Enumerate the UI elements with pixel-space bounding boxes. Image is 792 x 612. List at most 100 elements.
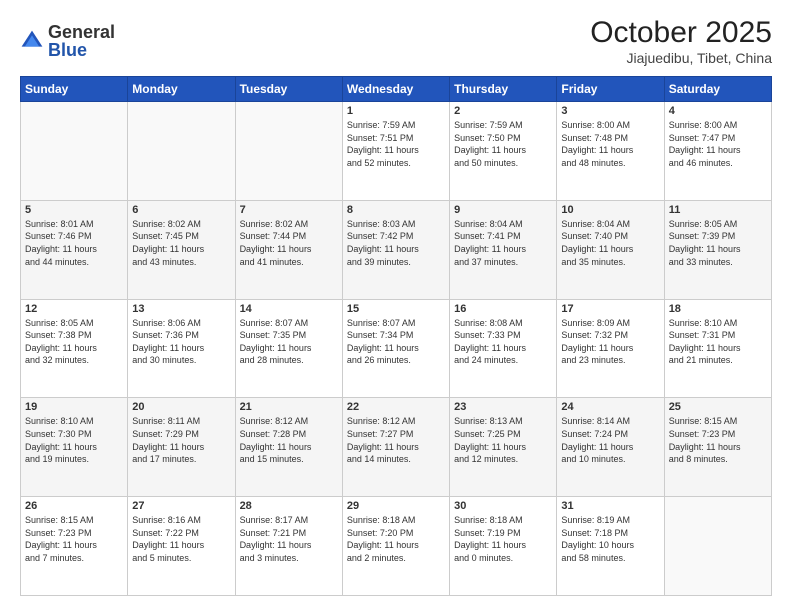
day-number: 24 <box>561 401 659 413</box>
day-info: Sunrise: 8:11 AM Sunset: 7:29 PM Dayligh… <box>132 415 230 465</box>
day-info: Sunrise: 8:18 AM Sunset: 7:20 PM Dayligh… <box>347 514 445 564</box>
day-info: Sunrise: 8:00 AM Sunset: 7:48 PM Dayligh… <box>561 119 659 169</box>
day-number: 19 <box>25 401 123 413</box>
day-info: Sunrise: 8:03 AM Sunset: 7:42 PM Dayligh… <box>347 218 445 268</box>
day-header-sunday: Sunday <box>21 77 128 102</box>
day-number: 2 <box>454 105 552 117</box>
day-number: 23 <box>454 401 552 413</box>
day-cell: 20 Sunrise: 8:11 AM Sunset: 7:29 PM Dayli… <box>128 398 235 497</box>
day-cell: 22 Sunrise: 8:12 AM Sunset: 7:27 PM Dayli… <box>342 398 449 497</box>
day-cell: 12 Sunrise: 8:05 AM Sunset: 7:38 PM Dayli… <box>21 299 128 398</box>
week-row-2: 12 Sunrise: 8:05 AM Sunset: 7:38 PM Dayli… <box>21 299 772 398</box>
week-row-4: 26 Sunrise: 8:15 AM Sunset: 7:23 PM Dayli… <box>21 497 772 596</box>
day-number: 1 <box>347 105 445 117</box>
day-number: 8 <box>347 204 445 216</box>
day-info: Sunrise: 8:18 AM Sunset: 7:19 PM Dayligh… <box>454 514 552 564</box>
day-info: Sunrise: 8:10 AM Sunset: 7:31 PM Dayligh… <box>669 317 767 367</box>
day-number: 3 <box>561 105 659 117</box>
day-info: Sunrise: 7:59 AM Sunset: 7:51 PM Dayligh… <box>347 119 445 169</box>
day-cell: 27Sunrise: 8:16 AM Sunset: 7:22 PM Dayli… <box>128 497 235 596</box>
day-number: 13 <box>132 303 230 315</box>
day-info: Sunrise: 8:15 AM Sunset: 7:23 PM Dayligh… <box>25 514 123 564</box>
day-info: Sunrise: 8:06 AM Sunset: 7:36 PM Dayligh… <box>132 317 230 367</box>
day-cell <box>21 102 128 201</box>
day-info: Sunrise: 7:59 AM Sunset: 7:50 PM Dayligh… <box>454 119 552 169</box>
day-info: Sunrise: 8:02 AM Sunset: 7:45 PM Dayligh… <box>132 218 230 268</box>
logo-text: General Blue <box>48 23 115 59</box>
day-header-wednesday: Wednesday <box>342 77 449 102</box>
day-cell: 17 Sunrise: 8:09 AM Sunset: 7:32 PM Dayli… <box>557 299 664 398</box>
day-cell: 1 Sunrise: 7:59 AM Sunset: 7:51 PM Daylig… <box>342 102 449 201</box>
day-info: Sunrise: 8:12 AM Sunset: 7:27 PM Dayligh… <box>347 415 445 465</box>
calendar: SundayMondayTuesdayWednesdayThursdayFrid… <box>20 76 772 596</box>
day-info: Sunrise: 8:16 AM Sunset: 7:22 PM Dayligh… <box>132 514 230 564</box>
day-header-tuesday: Tuesday <box>235 77 342 102</box>
header-row: SundayMondayTuesdayWednesdayThursdayFrid… <box>21 77 772 102</box>
day-info: Sunrise: 8:13 AM Sunset: 7:25 PM Dayligh… <box>454 415 552 465</box>
day-cell: 25Sunrise: 8:15 AM Sunset: 7:23 PM Dayli… <box>664 398 771 497</box>
day-info: Sunrise: 8:00 AM Sunset: 7:47 PM Dayligh… <box>669 119 767 169</box>
day-number: 17 <box>561 303 659 315</box>
day-cell: 14 Sunrise: 8:07 AM Sunset: 7:35 PM Dayli… <box>235 299 342 398</box>
day-cell: 23 Sunrise: 8:13 AM Sunset: 7:25 PM Dayli… <box>450 398 557 497</box>
day-number: 25 <box>669 401 767 413</box>
day-cell: 31 Sunrise: 8:19 AM Sunset: 7:18 PM Dayli… <box>557 497 664 596</box>
day-info: Sunrise: 8:04 AM Sunset: 7:41 PM Dayligh… <box>454 218 552 268</box>
week-row-1: 5Sunrise: 8:01 AM Sunset: 7:46 PM Daylig… <box>21 200 772 299</box>
day-info: Sunrise: 8:14 AM Sunset: 7:24 PM Dayligh… <box>561 415 659 465</box>
day-number: 15 <box>347 303 445 315</box>
day-number: 31 <box>561 500 659 512</box>
day-cell <box>128 102 235 201</box>
day-header-saturday: Saturday <box>664 77 771 102</box>
day-cell: 11Sunrise: 8:05 AM Sunset: 7:39 PM Dayli… <box>664 200 771 299</box>
day-number: 6 <box>132 204 230 216</box>
page: General Blue October 2025 Jiajuedibu, Ti… <box>0 0 792 612</box>
day-number: 30 <box>454 500 552 512</box>
day-cell: 2 Sunrise: 7:59 AM Sunset: 7:50 PM Daylig… <box>450 102 557 201</box>
month-title: October 2025 <box>590 16 772 50</box>
day-header-friday: Friday <box>557 77 664 102</box>
day-cell: 16Sunrise: 8:08 AM Sunset: 7:33 PM Dayli… <box>450 299 557 398</box>
day-cell: 26 Sunrise: 8:15 AM Sunset: 7:23 PM Dayli… <box>21 497 128 596</box>
day-number: 21 <box>240 401 338 413</box>
day-info: Sunrise: 8:05 AM Sunset: 7:38 PM Dayligh… <box>25 317 123 367</box>
day-info: Sunrise: 8:05 AM Sunset: 7:39 PM Dayligh… <box>669 218 767 268</box>
day-number: 12 <box>25 303 123 315</box>
day-cell: 4 Sunrise: 8:00 AM Sunset: 7:47 PM Daylig… <box>664 102 771 201</box>
day-cell: 10Sunrise: 8:04 AM Sunset: 7:40 PM Dayli… <box>557 200 664 299</box>
logo-general: General <box>48 23 115 41</box>
day-info: Sunrise: 8:01 AM Sunset: 7:46 PM Dayligh… <box>25 218 123 268</box>
day-number: 9 <box>454 204 552 216</box>
day-cell: 18Sunrise: 8:10 AM Sunset: 7:31 PM Dayli… <box>664 299 771 398</box>
day-number: 4 <box>669 105 767 117</box>
day-cell: 15 Sunrise: 8:07 AM Sunset: 7:34 PM Dayli… <box>342 299 449 398</box>
day-cell: 24 Sunrise: 8:14 AM Sunset: 7:24 PM Dayli… <box>557 398 664 497</box>
day-number: 22 <box>347 401 445 413</box>
title-block: October 2025 Jiajuedibu, Tibet, China <box>590 16 772 66</box>
day-info: Sunrise: 8:07 AM Sunset: 7:34 PM Dayligh… <box>347 317 445 367</box>
header: General Blue October 2025 Jiajuedibu, Ti… <box>20 16 772 66</box>
day-cell: 6 Sunrise: 8:02 AM Sunset: 7:45 PM Daylig… <box>128 200 235 299</box>
day-cell: 8 Sunrise: 8:03 AM Sunset: 7:42 PM Daylig… <box>342 200 449 299</box>
day-info: Sunrise: 8:07 AM Sunset: 7:35 PM Dayligh… <box>240 317 338 367</box>
location: Jiajuedibu, Tibet, China <box>590 50 772 66</box>
day-cell: 29Sunrise: 8:18 AM Sunset: 7:20 PM Dayli… <box>342 497 449 596</box>
logo-blue: Blue <box>48 41 115 59</box>
logo-icon <box>20 29 44 53</box>
day-info: Sunrise: 8:08 AM Sunset: 7:33 PM Dayligh… <box>454 317 552 367</box>
day-number: 20 <box>132 401 230 413</box>
day-cell: 13 Sunrise: 8:06 AM Sunset: 7:36 PM Dayli… <box>128 299 235 398</box>
day-number: 28 <box>240 500 338 512</box>
day-cell: 28Sunrise: 8:17 AM Sunset: 7:21 PM Dayli… <box>235 497 342 596</box>
day-cell <box>235 102 342 201</box>
day-info: Sunrise: 8:04 AM Sunset: 7:40 PM Dayligh… <box>561 218 659 268</box>
day-info: Sunrise: 8:09 AM Sunset: 7:32 PM Dayligh… <box>561 317 659 367</box>
day-info: Sunrise: 8:19 AM Sunset: 7:18 PM Dayligh… <box>561 514 659 564</box>
calendar-body: 1 Sunrise: 7:59 AM Sunset: 7:51 PM Daylig… <box>21 102 772 596</box>
day-number: 26 <box>25 500 123 512</box>
day-number: 14 <box>240 303 338 315</box>
day-cell: 9 Sunrise: 8:04 AM Sunset: 7:41 PM Daylig… <box>450 200 557 299</box>
day-header-monday: Monday <box>128 77 235 102</box>
day-cell: 30 Sunrise: 8:18 AM Sunset: 7:19 PM Dayli… <box>450 497 557 596</box>
day-cell <box>664 497 771 596</box>
